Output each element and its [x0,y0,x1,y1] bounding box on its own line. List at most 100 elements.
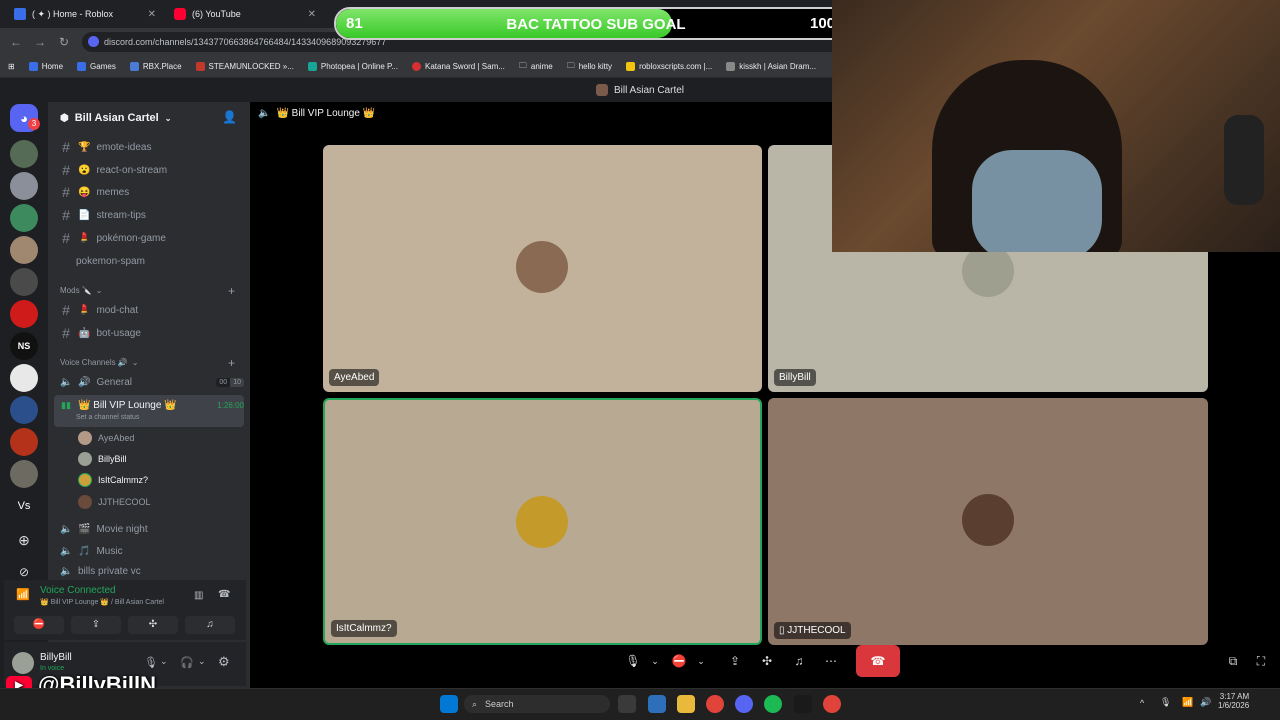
channel-memes[interactable]: # 😝 memes [56,182,244,202]
among-us-server-icon[interactable] [10,300,38,328]
vs-server-icon[interactable]: Vs [10,492,38,520]
file-explorer-icon[interactable] [677,695,695,713]
voice-connected-subtitle[interactable]: 👑 Bill VIP Lounge 👑 / Bill Asian Cartel [40,598,164,606]
category-voice-channels[interactable]: Voice Channels 🔊 ⌄ [60,358,138,367]
close-icon[interactable]: ✕ [148,9,156,20]
server-icon[interactable] [10,140,38,168]
chevron-down-icon[interactable]: ⌄ [644,650,666,672]
screen-share-icon[interactable]: ⇪ [724,650,746,672]
channel-bot-usage[interactable]: # 🤖 bot-usage [56,323,244,343]
voice-member[interactable]: JJTHECOOL [78,492,151,512]
avatar[interactable] [12,652,34,674]
app-icon[interactable] [794,695,812,713]
soundboard-icon[interactable]: ♫ [788,650,810,672]
site-info-icon[interactable] [88,36,99,47]
soundboard-button[interactable]: ♫ [185,616,235,634]
add-channel-icon[interactable]: + [228,284,235,298]
server-header[interactable]: ⬢ Bill Asian Cartel ⌄ [48,102,250,134]
bookmark-photopea[interactable]: Photopea | Online P... [307,62,398,71]
voice-channel-private[interactable]: 🔈 bills private vc [56,564,244,578]
chevron-down-icon[interactable]: ⌄ [690,650,712,672]
video-tile-isitcalmmz[interactable]: IsItCalmmz? [323,398,762,645]
server-icon[interactable] [10,428,38,456]
gear-icon[interactable]: ⚙ [218,654,230,670]
server-icon[interactable] [10,236,38,264]
taskbar-search[interactable]: ⌕ Search [464,695,610,713]
ns-server-icon[interactable]: NS [10,332,38,360]
channel-emote-ideas[interactable]: # 🏆 emote-ideas [56,137,244,157]
reload-icon[interactable]: ↻ [56,34,72,50]
signal-icon[interactable]: 📶 [16,588,30,601]
bookmark-home[interactable]: Home [28,62,63,71]
microphone-icon[interactable]: 🎙 [622,650,644,672]
volume-icon[interactable]: 🔊 [1200,697,1211,708]
video-tile-jjthecool[interactable]: ▯ JJTHECOOL [768,398,1208,645]
channel-status[interactable]: Set a channel status [76,414,139,421]
apps-icon[interactable]: ⊞ [8,62,15,71]
activities-button[interactable]: ✣ [128,616,178,634]
chevron-down-icon[interactable]: ⌄ [160,656,168,667]
activities-icon[interactable]: ✣ [756,650,778,672]
server-icon[interactable] [10,364,38,392]
fullscreen-icon[interactable]: ⛶ [1250,650,1272,672]
chrome-icon[interactable] [706,695,724,713]
bookmark-kisskh[interactable]: kisskh | Asian Dram... [726,62,816,71]
forward-arrow-icon[interactable]: → [32,34,48,50]
task-view-icon[interactable] [618,695,636,713]
camera-off-icon[interactable]: ⛔ [668,650,690,672]
tray-chevron-icon[interactable]: ^ [1140,698,1144,708]
tab-youtube[interactable]: (6) YouTube ✕ [166,0,324,28]
discord-icon[interactable] [735,695,753,713]
hang-up-button[interactable]: ☎ [856,645,900,677]
server-icon[interactable] [10,204,38,232]
taskbar-clock[interactable]: 3:17 AM 1/6/2026 [1218,692,1249,710]
voice-channel-movie-night[interactable]: 🔈 🎬 Movie night [56,519,244,539]
back-arrow-icon[interactable]: ← [8,34,24,50]
video-tile-ayeabed[interactable]: AyeAbed [323,145,762,392]
bookmark-steamunlocked[interactable]: STEAMUNLOCKED »... [195,62,294,71]
windows-start-icon[interactable] [440,695,458,713]
bookmark-rbxplace[interactable]: RBX.Place [129,62,182,71]
chevron-down-icon[interactable]: ⌄ [198,656,206,667]
wifi-icon[interactable]: 📶 [1182,697,1193,708]
add-server-icon[interactable]: ⊕ [10,526,38,554]
bookmark-anime[interactable]: 🗀 anime [519,60,553,74]
category-mods[interactable]: Mods 🔪 ⌄ [60,286,102,295]
voice-channel-vip-lounge[interactable]: ▮▮ 👑 Bill VIP Lounge 👑 1:26:00 [56,395,244,415]
tab-roblox[interactable]: ( ✦ ) Home - Roblox ✕ [6,0,164,28]
channel-stream-tips[interactable]: # 📄 stream-tips [56,205,244,225]
voice-member[interactable]: AyeAbed [78,428,134,448]
add-member-icon[interactable]: 👤 [222,110,237,124]
more-icon[interactable]: ⋯ [820,650,842,672]
add-channel-icon[interactable]: + [228,356,235,370]
microphone-icon[interactable]: 🎙 [144,656,158,669]
server-icon[interactable] [10,460,38,488]
channel-mod-chat[interactable]: # 💄 mod-chat [56,300,244,320]
server-icon[interactable] [10,172,38,200]
microphone-tray-icon[interactable]: 🎙 [1160,697,1171,708]
close-icon[interactable]: ✕ [308,9,316,20]
opera-icon[interactable] [823,695,841,713]
bookmark-hello-kitty[interactable]: 🗀 hello kitty [567,60,612,74]
server-icon[interactable] [10,396,38,424]
camera-off-button[interactable]: ⛔ [14,616,64,634]
voice-channel-general[interactable]: 🔈 🔊 General 00 10 [56,372,244,392]
bookmark-games[interactable]: Games [77,62,116,71]
store-icon[interactable] [648,695,666,713]
disconnect-icon[interactable]: ☎ [218,589,230,600]
spotify-icon[interactable] [764,695,782,713]
pop-out-icon[interactable]: ⧉ [1222,650,1244,672]
voice-member[interactable]: IsItCalmmz? [78,470,148,490]
voice-channel-music[interactable]: 🔈 🎵 Music [56,541,244,561]
noise-suppression-icon[interactable]: ▥ [194,590,203,601]
screen-share-button[interactable]: ⇪ [71,616,121,634]
bookmark-robloxscripts[interactable]: robloxscripts.com |... [626,62,712,71]
voice-member[interactable]: BillyBill [78,449,127,469]
bookmark-katana[interactable]: Katana Sword | Sam... [412,62,505,71]
channel-pokemon-spam[interactable]: pokemon-spam [56,251,244,271]
channel-react-on-stream[interactable]: # 😮 react-on-stream [56,160,244,180]
server-icon[interactable] [10,268,38,296]
headphones-icon[interactable]: 🎧 [180,656,194,669]
user-limit-badge: 00 10 [216,377,244,387]
channel-pokemon-game[interactable]: # 💄 pokémon-game [56,228,244,248]
